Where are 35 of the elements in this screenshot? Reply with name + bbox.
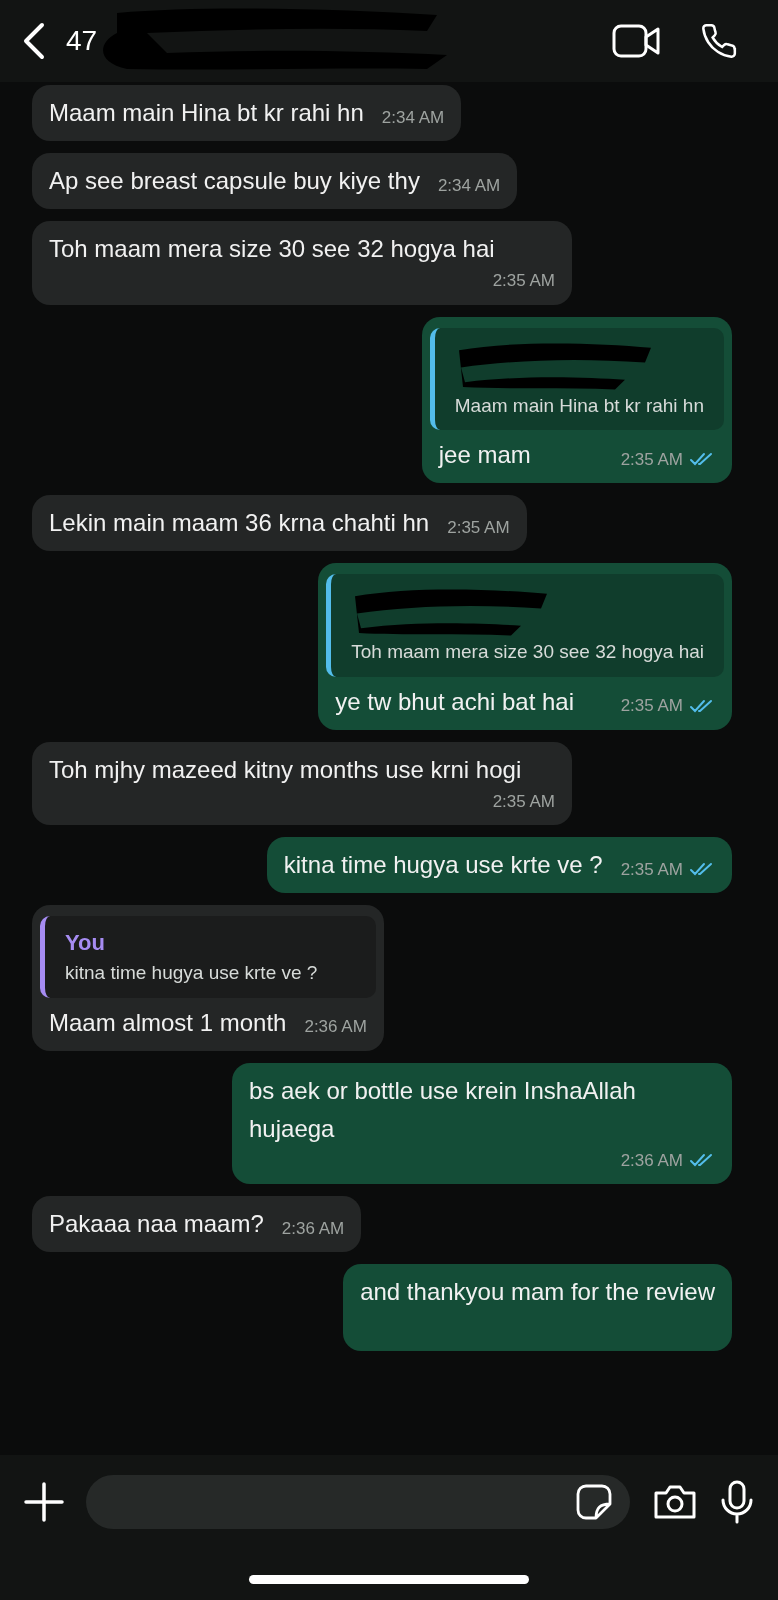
message-text: Lekin main maam 36 krna chahti hn: [49, 508, 430, 538]
message-time: 2:35 AM: [492, 270, 555, 292]
contact-name[interactable]: 47: [66, 20, 98, 62]
message-time: 2:35 AM: [447, 516, 510, 539]
quoted-text: Maam main Hina bt kr rahi hn: [454, 393, 704, 418]
message-time: 2:35 AM: [492, 790, 555, 813]
message-text: bs aek or bottle use krein InshaAllah hujaega: [249, 1075, 637, 1144]
message-time: 2:35 AM: [620, 695, 683, 717]
quoted-text: Toh maam mera size 30 see 32 hogya hai: [351, 640, 704, 664]
phone-call-icon[interactable]: [700, 22, 738, 60]
video-call-icon[interactable]: [612, 23, 660, 59]
sticker-icon[interactable]: [576, 1484, 612, 1520]
message-time: 2:36 AM: [281, 1217, 345, 1240]
message-text: Toh mjhy mazeed kitny months use krni hogi: [49, 754, 522, 785]
quoted-text: kitna time hugya use krte ve ?: [65, 961, 319, 985]
plus-icon[interactable]: [24, 1482, 64, 1522]
message-text: Ap see breast capsule buy kiye thy: [49, 166, 420, 196]
message-time: 2:36 AM: [620, 1149, 683, 1172]
message-text: jee mam: [438, 440, 531, 470]
microphone-icon[interactable]: [720, 1480, 754, 1524]
message-time: 2:34 AM: [381, 106, 445, 129]
message-text: Maam main Hina bt kr rahi hn: [49, 98, 364, 128]
quote-author: You: [65, 929, 106, 957]
camera-icon[interactable]: [652, 1483, 698, 1521]
message-text: ye tw bhut achi bat hai: [335, 686, 575, 717]
message-time: 2:36 AM: [304, 1016, 367, 1038]
message-time: 2:35 AM: [620, 858, 683, 881]
message-input-field[interactable]: [86, 1475, 630, 1529]
message-text: and thankyou mam for the review: [360, 1277, 715, 1307]
message-text: Toh maam mera size 30 see 32 hogya hai: [49, 234, 495, 264]
message-text: kitna time hugya use krte ve ?: [283, 850, 603, 880]
message-text: Maam almost 1 month: [49, 1007, 287, 1038]
message-time: 2:34 AM: [437, 174, 501, 197]
message-time: 2:35 AM: [620, 448, 683, 471]
message-text: Pakaaa naa maam?: [49, 1209, 264, 1239]
